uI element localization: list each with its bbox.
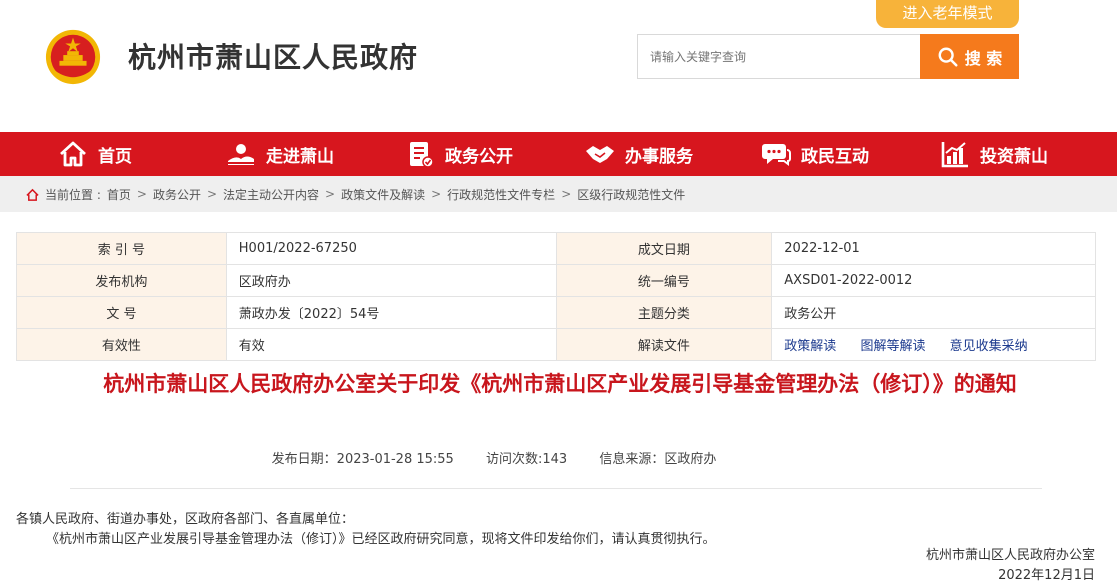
divider	[70, 488, 1042, 489]
breadcrumb-item[interactable]: 首页	[107, 186, 131, 203]
opinion-adoption-link[interactable]: 意见收集采纳	[950, 339, 1028, 354]
nav-item-investment[interactable]: 投资萧山	[940, 132, 1048, 176]
handshake-icon	[586, 146, 614, 163]
meta-label: 成文日期	[555, 232, 773, 265]
table-row: 文 号 萧政办发〔2022〕54号 主题分类 政务公开	[16, 296, 1096, 329]
sign-date: 2022年12月1日	[998, 568, 1095, 583]
breadcrumb-separator: >	[431, 187, 442, 201]
meta-label: 解读文件	[555, 328, 773, 361]
search-button[interactable]: 搜 索	[920, 34, 1019, 79]
nav-label: 办事服务	[625, 146, 693, 167]
publish-date: 发布日期：2023-01-28 15:55	[271, 452, 454, 467]
national-emblem-icon[interactable]	[44, 28, 102, 86]
document-meta-table: 索 引 号 H001/2022-67250 成文日期 2022-12-01 发布…	[16, 232, 1096, 361]
nav-label: 政务公开	[445, 146, 513, 167]
breadcrumb: 当前位置 : 首页 > 政务公开 > 法定主动公开内容 > 政策文件及解读 > …	[0, 176, 1117, 212]
meta-label: 统一编号	[555, 264, 773, 297]
breadcrumb-item[interactable]: 政策文件及解读	[341, 186, 425, 203]
policy-interpretation-link[interactable]: 政策解读	[784, 339, 836, 354]
info-source: 信息来源：区政府办	[599, 452, 717, 467]
breadcrumb-item[interactable]: 政务公开	[153, 186, 201, 203]
elder-mode-button[interactable]: 进入老年模式	[876, 0, 1019, 28]
signature-block: 杭州市萧山区人民政府办公室 2022年12月1日	[926, 546, 1095, 586]
nav-item-interaction[interactable]: 政民互动	[761, 132, 869, 176]
nav-label: 首页	[98, 146, 132, 167]
landscape-icon	[228, 144, 254, 165]
search-button-label: 搜 索	[964, 48, 1003, 68]
breadcrumb-prefix: 当前位置 :	[45, 187, 101, 202]
search-icon	[938, 47, 958, 67]
chart-icon	[941, 142, 968, 168]
meta-value: 2022-12-01	[771, 232, 1096, 265]
article-title: 杭州市萧山区人民政府办公室关于印发《杭州市萧山区产业发展引导基金管理办法（修订）…	[103, 372, 1017, 396]
home-icon	[60, 141, 86, 167]
search-input[interactable]	[637, 34, 920, 79]
breadcrumb-separator: >	[136, 187, 147, 201]
meta-label: 发布机构	[16, 264, 227, 297]
meta-value: 萧政办发〔2022〕54号	[225, 296, 557, 329]
site-title[interactable]: 杭州市萧山区人民政府	[128, 36, 418, 76]
chat-icon	[762, 144, 791, 166]
visit-count: 访问次数:143	[485, 452, 568, 467]
meta-value: 政务公开	[771, 296, 1096, 329]
sign-org: 杭州市萧山区人民政府办公室	[925, 548, 1095, 563]
nav-label: 投资萧山	[980, 146, 1048, 167]
interpretation-links: 政策解读 图解等解读 意见收集采纳	[771, 328, 1096, 361]
location-icon	[26, 188, 39, 201]
nav-item-services[interactable]: 办事服务	[585, 132, 693, 176]
graphic-interpretation-link[interactable]: 图解等解读	[860, 339, 925, 354]
table-row: 有效性 有效 解读文件 政策解读 图解等解读 意见收集采纳	[16, 328, 1096, 361]
meta-label: 文 号	[16, 296, 227, 329]
site-header: 杭州市萧山区人民政府 进入老年模式 搜 索	[0, 0, 1117, 132]
nav-label: 走进萧山	[266, 146, 334, 167]
table-row: 发布机构 区政府办 统一编号 AXSD01-2022-0012	[16, 264, 1096, 297]
breadcrumb-separator: >	[206, 187, 218, 201]
article-body: 各镇人民政府、街道办事处，区政府各部门、各直属单位： 《杭州市萧山区产业发展引导…	[16, 510, 1096, 550]
salutation: 各镇人民政府、街道办事处，区政府各部门、各直属单位：	[16, 512, 355, 527]
document-icon	[410, 142, 434, 168]
nav-item-gov-affairs[interactable]: 政务公开	[405, 132, 513, 176]
breadcrumb-item[interactable]: 区级行政规范性文件	[577, 186, 685, 203]
meta-value: H001/2022-67250	[225, 232, 557, 265]
breadcrumb-item[interactable]: 法定主动公开内容	[223, 186, 319, 203]
breadcrumb-item[interactable]: 行政规范性文件专栏	[447, 186, 555, 203]
meta-label: 有效性	[16, 328, 227, 361]
nav-label: 政民互动	[801, 146, 869, 167]
meta-value: 有效	[225, 328, 557, 361]
table-row: 索 引 号 H001/2022-67250 成文日期 2022-12-01	[16, 232, 1096, 265]
breadcrumb-separator: >	[325, 187, 336, 201]
meta-label: 索 引 号	[16, 232, 227, 265]
nav-item-about[interactable]: 走进萧山	[226, 132, 334, 176]
meta-value: AXSD01-2022-0012	[771, 264, 1096, 297]
meta-value: 区政府办	[225, 264, 557, 297]
breadcrumb-separator: >	[561, 187, 572, 201]
nav-item-home[interactable]: 首页	[58, 132, 132, 176]
main-nav: 首页 走进萧山 政务公开 办事服务 政民互动 投资萧山	[0, 132, 1117, 176]
meta-label: 主题分类	[555, 296, 773, 329]
article-info: 发布日期：2023-01-28 15:55 访问次数:143 信息来源：区政府办	[0, 448, 988, 467]
